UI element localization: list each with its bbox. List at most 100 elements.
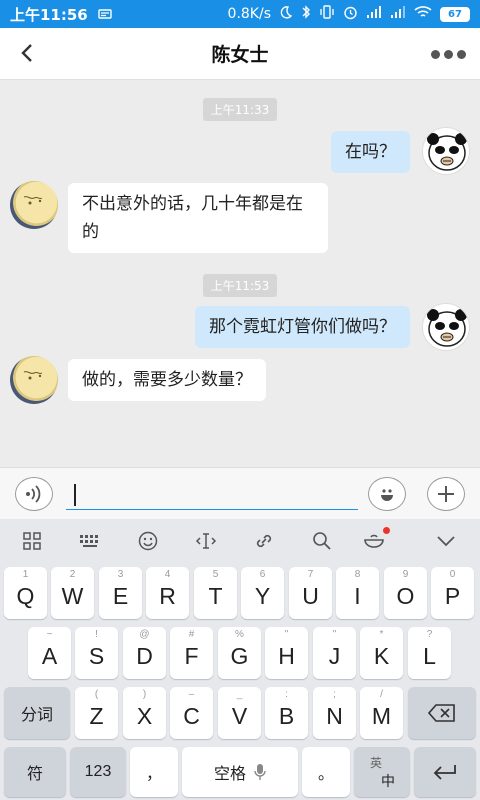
key-y[interactable]: 6Y <box>241 567 284 619</box>
message-input-bar <box>0 467 480 519</box>
key-hint: 6 <box>259 569 266 580</box>
backspace-icon <box>428 704 455 722</box>
message-bubble-out[interactable]: 在吗？ <box>331 131 410 173</box>
key-hint: * <box>379 629 384 640</box>
key-hint: % <box>235 629 244 640</box>
key-hint: ? <box>426 629 433 640</box>
key-n[interactable]: ; N <box>313 687 356 739</box>
key-s[interactable]: ! S <box>75 627 118 679</box>
keyboard-icon[interactable] <box>76 529 104 553</box>
voice-button[interactable] <box>15 477 53 511</box>
key-q[interactable]: 1Q <box>4 567 47 619</box>
message-text: 不出意外的话，几十年都是在的 <box>82 194 303 242</box>
key-hint: – <box>188 689 195 700</box>
key-e[interactable]: 3E <box>99 567 142 619</box>
more-dots-icon <box>431 49 440 59</box>
enter-icon <box>433 765 456 780</box>
grid-icon[interactable] <box>18 529 46 553</box>
key-a[interactable]: ~ A <box>28 627 71 679</box>
status-time: 上午11:56 <box>10 5 88 24</box>
key-fenci[interactable]: 分词 <box>4 687 70 739</box>
key-label: M <box>371 702 392 729</box>
plus-icon <box>438 486 454 502</box>
key-label: 。 <box>317 766 334 783</box>
delete-key[interactable] <box>408 687 476 739</box>
key-label: ， <box>145 766 162 783</box>
key-hint: 9 <box>402 569 409 580</box>
key-f[interactable]: # F <box>170 627 213 679</box>
key-v[interactable]: _ V <box>218 687 261 739</box>
panda-avatar[interactable] <box>422 127 470 175</box>
language-key[interactable]: 英 中 <box>354 747 410 797</box>
key-hint: _ <box>236 689 243 700</box>
key-label: R <box>159 582 176 609</box>
key-p[interactable]: 0P <box>431 567 474 619</box>
cursor-icon[interactable] <box>192 529 220 553</box>
key-hint: 8 <box>354 569 361 580</box>
moon-avatar[interactable] <box>10 356 58 404</box>
key-w[interactable]: 2W <box>51 567 94 619</box>
chat-area[interactable]: 上午11:33 在吗？ 不出意外的话，几十年都是在的 上午11:53 那个霓虹灯… <box>0 81 480 467</box>
key-hint: # <box>188 629 195 640</box>
more-button[interactable] <box>431 42 466 66</box>
key-label: K <box>373 642 390 669</box>
space-key[interactable]: 空格 <box>182 747 298 797</box>
key-i[interactable]: 8I <box>336 567 379 619</box>
key-b[interactable]: :B <box>265 687 308 739</box>
key-u[interactable]: 7U <box>289 567 332 619</box>
symbol-key[interactable]: 符 <box>4 747 66 797</box>
moon-icon <box>279 5 293 23</box>
key-t[interactable]: 5T <box>194 567 237 619</box>
battery-indicator: 67 <box>440 6 470 22</box>
notification-icon <box>98 5 112 23</box>
key-label: U <box>302 582 319 609</box>
collapse-icon[interactable] <box>432 529 460 553</box>
message-timestamp: 上午11:53 <box>0 274 480 297</box>
key-hint: 4 <box>164 569 171 580</box>
key-j[interactable]: " J <box>313 627 356 679</box>
emoji-icon[interactable] <box>134 529 162 553</box>
period-key[interactable]: 。 <box>302 747 350 797</box>
key-g[interactable]: % G <box>218 627 261 679</box>
key-r[interactable]: 4R <box>146 567 189 619</box>
plus-button[interactable] <box>427 477 465 511</box>
key-label: B <box>278 702 295 729</box>
key-o[interactable]: 9O <box>384 567 427 619</box>
emoji-button[interactable] <box>368 477 406 511</box>
key-label: I <box>354 582 361 609</box>
enter-key[interactable] <box>414 747 476 797</box>
message-bubble-in[interactable]: 做的，需要多少数量？ <box>68 359 266 401</box>
lang-en-label: 英 <box>369 755 382 770</box>
soft-keyboard: 1Q 2W 3E 4R 5T 6Y 7U 8I 9O 0P ~ A ! S @ D #… <box>0 519 480 800</box>
back-button[interactable] <box>12 38 42 68</box>
moon-avatar[interactable] <box>10 181 58 229</box>
key-d[interactable]: @ D <box>123 627 166 679</box>
message-bubble-in[interactable]: 不出意外的话，几十年都是在的 <box>68 183 328 253</box>
key-hint: ! <box>95 629 98 640</box>
message-input[interactable] <box>66 478 358 510</box>
key-z[interactable]: (Z <box>75 687 118 739</box>
key-x[interactable]: ) X <box>123 687 166 739</box>
number-key[interactable]: 123 <box>70 747 126 797</box>
panda-avatar[interactable] <box>422 303 470 351</box>
search-icon[interactable] <box>308 529 336 553</box>
link-icon[interactable] <box>250 529 278 553</box>
key-label: 符 <box>26 766 43 783</box>
key-label: X <box>136 702 153 729</box>
key-label: E <box>112 582 129 609</box>
message-bubble-out[interactable]: 那个霓虹灯管你们做吗？ <box>195 306 410 348</box>
key-hint: " <box>332 629 337 640</box>
key-l[interactable]: ? L <box>408 627 451 679</box>
key-label: S <box>88 642 105 669</box>
key-k[interactable]: * K <box>360 627 403 679</box>
key-label: J <box>328 642 341 669</box>
key-h[interactable]: " H <box>265 627 308 679</box>
key-c[interactable]: – C <box>170 687 213 739</box>
key-label: D <box>136 642 153 669</box>
keyboard-toolbar <box>0 519 480 563</box>
key-m[interactable]: / M <box>360 687 403 739</box>
comma-key[interactable]: ， <box>130 747 178 797</box>
key-hint: ( <box>94 689 99 700</box>
sticker-icon[interactable] <box>360 527 390 553</box>
status-bar: 上午11:56 0.8K/s 67 <box>0 0 480 28</box>
